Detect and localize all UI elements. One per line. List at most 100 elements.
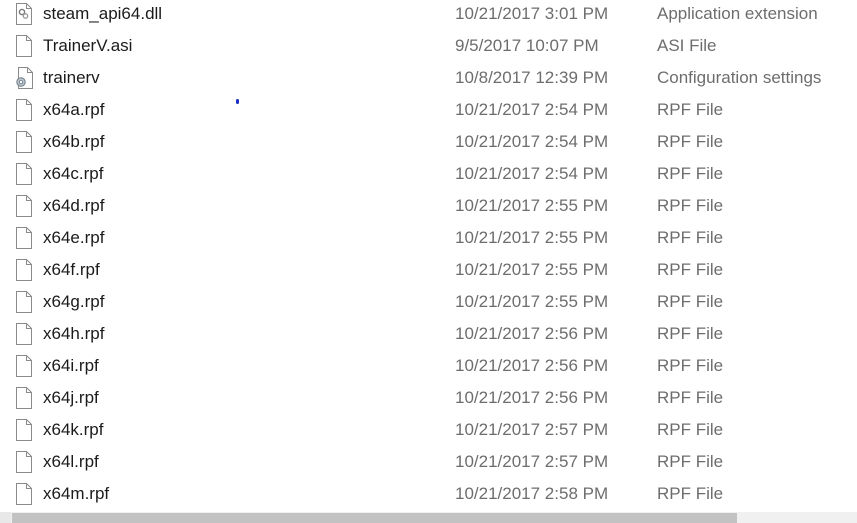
file-icon-graphic: [16, 291, 32, 313]
file-icon: [15, 355, 33, 377]
file-row[interactable]: x64e.rpf 10/21/2017 2:55 PM RPF File: [0, 224, 857, 256]
scrollbar-thumb[interactable]: [12, 513, 737, 523]
file-icon: [15, 291, 33, 313]
file-icon: [15, 227, 33, 249]
file-type: RPF File: [657, 452, 724, 471]
file-icon: [15, 195, 33, 217]
file-icon: [15, 259, 33, 281]
file-icon-graphic: [16, 355, 32, 377]
file-icon: [15, 451, 33, 473]
file-row[interactable]: x64k.rpf 10/21/2017 2:57 PM RPF File: [0, 416, 857, 448]
file-row[interactable]: x64m.rpf 10/21/2017 2:58 PM RPF File: [0, 480, 857, 510]
file-row[interactable]: trainerv 10/8/2017 12:39 PM Configuration …: [0, 64, 857, 96]
file-type: RPF File: [657, 164, 724, 183]
file-date-modified: 10/21/2017 3:01 PM: [455, 4, 609, 23]
file-row[interactable]: steam_api64.dll 10/21/2017 3:01 PM Applica…: [0, 0, 857, 32]
file-name[interactable]: x64l.rpf: [43, 452, 99, 472]
file-row[interactable]: x64g.rpf 10/21/2017 2:55 PM RPF File: [0, 288, 857, 320]
file-icon-graphic: [16, 387, 32, 409]
file-icon: [15, 131, 33, 153]
file-date-modified: 10/21/2017 2:56 PM: [455, 356, 609, 375]
file-row[interactable]: TrainerV.asi 9/5/2017 10:07 PM ASI File: [0, 32, 857, 64]
file-date-modified: 10/21/2017 2:54 PM: [455, 164, 609, 183]
file-icon: [15, 323, 33, 345]
file-icon-graphic: [16, 419, 32, 441]
file-icon: [15, 35, 33, 57]
file-date-modified: 10/21/2017 2:54 PM: [455, 132, 609, 151]
mouse-cursor-mark: [236, 99, 239, 104]
file-type: RPF File: [657, 420, 724, 439]
file-name[interactable]: x64j.rpf: [43, 388, 99, 408]
file-date-modified: 10/21/2017 2:55 PM: [455, 228, 609, 247]
dll-icon: [15, 3, 33, 25]
file-list: steam_api64.dll 10/21/2017 3:01 PM Applica…: [0, 0, 857, 510]
file-date-modified: 10/21/2017 2:57 PM: [455, 420, 609, 439]
file-date-modified: 9/5/2017 10:07 PM: [455, 36, 599, 55]
file-icon-graphic: [16, 195, 32, 217]
file-type: RPF File: [657, 356, 724, 375]
file-type: RPF File: [657, 324, 724, 343]
file-date-modified: 10/21/2017 2:56 PM: [455, 324, 609, 343]
config-icon-graphic: [16, 67, 33, 89]
dll-icon-graphic: [16, 3, 32, 25]
file-type: Configuration settings: [657, 68, 822, 87]
file-name[interactable]: x64f.rpf: [43, 260, 100, 280]
file-type: RPF File: [657, 228, 724, 247]
file-date-modified: 10/21/2017 2:55 PM: [455, 260, 609, 279]
scroll-left-arrow[interactable]: [0, 512, 11, 523]
file-icon-graphic: [16, 163, 32, 185]
file-date-modified: 10/21/2017 2:57 PM: [455, 452, 609, 471]
file-icon-graphic: [16, 451, 32, 473]
file-type: RPF File: [657, 132, 724, 151]
file-row[interactable]: x64j.rpf 10/21/2017 2:56 PM RPF File: [0, 384, 857, 416]
file-icon-graphic: [16, 323, 32, 345]
file-row[interactable]: x64l.rpf 10/21/2017 2:57 PM RPF File: [0, 448, 857, 480]
file-name[interactable]: x64e.rpf: [43, 228, 104, 248]
file-date-modified: 10/21/2017 2:55 PM: [455, 196, 609, 215]
file-row[interactable]: x64b.rpf 10/21/2017 2:54 PM RPF File: [0, 128, 857, 160]
config-icon: [15, 67, 33, 89]
file-name[interactable]: x64c.rpf: [43, 164, 103, 184]
file-row[interactable]: x64d.rpf 10/21/2017 2:55 PM RPF File: [0, 192, 857, 224]
file-icon: [15, 419, 33, 441]
file-icon-graphic: [16, 99, 32, 121]
file-date-modified: 10/8/2017 12:39 PM: [455, 68, 609, 87]
file-date-modified: 10/21/2017 2:55 PM: [455, 292, 609, 311]
file-type: RPF File: [657, 292, 724, 311]
file-name[interactable]: x64b.rpf: [43, 132, 104, 152]
file-type: RPF File: [657, 484, 724, 503]
file-type: RPF File: [657, 260, 724, 279]
file-name[interactable]: x64i.rpf: [43, 356, 99, 376]
file-name[interactable]: TrainerV.asi: [43, 36, 132, 56]
file-name[interactable]: x64d.rpf: [43, 196, 104, 216]
file-icon-graphic: [16, 259, 32, 281]
file-icon-graphic: [16, 35, 32, 57]
file-type: RPF File: [657, 100, 724, 119]
file-date-modified: 10/21/2017 2:56 PM: [455, 388, 609, 407]
file-icon-graphic: [16, 483, 32, 505]
file-icon: [15, 483, 33, 505]
file-date-modified: 10/21/2017 2:58 PM: [455, 484, 609, 503]
file-type: ASI File: [657, 36, 717, 55]
file-name[interactable]: x64g.rpf: [43, 292, 104, 312]
file-name[interactable]: steam_api64.dll: [43, 4, 162, 24]
file-icon: [15, 99, 33, 121]
file-type: RPF File: [657, 196, 724, 215]
file-icon: [15, 163, 33, 185]
file-name[interactable]: x64m.rpf: [43, 484, 109, 504]
file-icon-graphic: [16, 131, 32, 153]
file-name[interactable]: x64k.rpf: [43, 420, 103, 440]
file-row[interactable]: x64h.rpf 10/21/2017 2:56 PM RPF File: [0, 320, 857, 352]
horizontal-scrollbar[interactable]: [0, 512, 857, 523]
file-row[interactable]: x64c.rpf 10/21/2017 2:54 PM RPF File: [0, 160, 857, 192]
file-icon: [15, 387, 33, 409]
file-row[interactable]: x64f.rpf 10/21/2017 2:55 PM RPF File: [0, 256, 857, 288]
file-row[interactable]: x64i.rpf 10/21/2017 2:56 PM RPF File: [0, 352, 857, 384]
file-name[interactable]: trainerv: [43, 68, 100, 88]
file-name[interactable]: x64h.rpf: [43, 324, 104, 344]
file-row[interactable]: x64a.rpf 10/21/2017 2:54 PM RPF File: [0, 96, 857, 128]
file-date-modified: 10/21/2017 2:54 PM: [455, 100, 609, 119]
file-name[interactable]: x64a.rpf: [43, 100, 104, 120]
file-type: Application extension: [657, 4, 818, 23]
file-icon-graphic: [16, 227, 32, 249]
